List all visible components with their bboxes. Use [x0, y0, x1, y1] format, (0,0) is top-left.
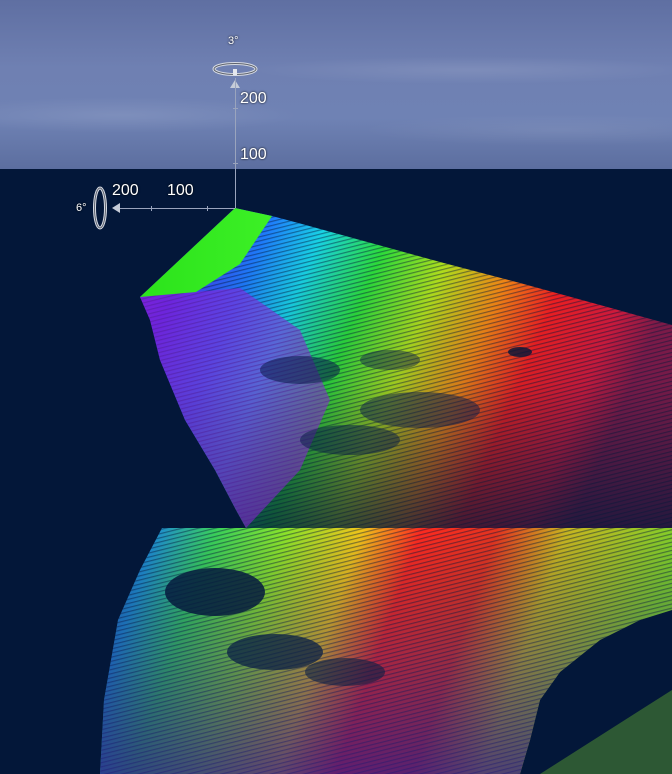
vertical-scale-tick [233, 163, 238, 164]
lower-survey-swath [100, 528, 672, 774]
horizontal-scale-tick [151, 206, 152, 211]
vertical-scale-tick [233, 108, 238, 109]
tilt-rotate-ring-icon[interactable] [90, 186, 110, 230]
vertical-scale-axis [235, 78, 236, 208]
terrain-point-cloud[interactable] [0, 0, 672, 774]
heading-rotate-ring-icon[interactable] [212, 61, 258, 77]
vertical-scale-label-200: 200 [240, 90, 267, 107]
horizontal-axis-arrow-icon [112, 203, 120, 213]
vertical-scale-label-100: 100 [240, 146, 267, 163]
horizontal-scale-axis [118, 208, 235, 209]
horizontal-scale-label-100: 100 [167, 182, 194, 199]
bathymetry-3d-viewport[interactable]: 3° 200 100 200 100 6° [0, 0, 672, 774]
tilt-angle-label: 6° [76, 202, 87, 214]
horizontal-scale-tick [207, 206, 208, 211]
horizontal-scale-label-200: 200 [112, 182, 139, 199]
heading-angle-label: 3° [228, 35, 239, 47]
